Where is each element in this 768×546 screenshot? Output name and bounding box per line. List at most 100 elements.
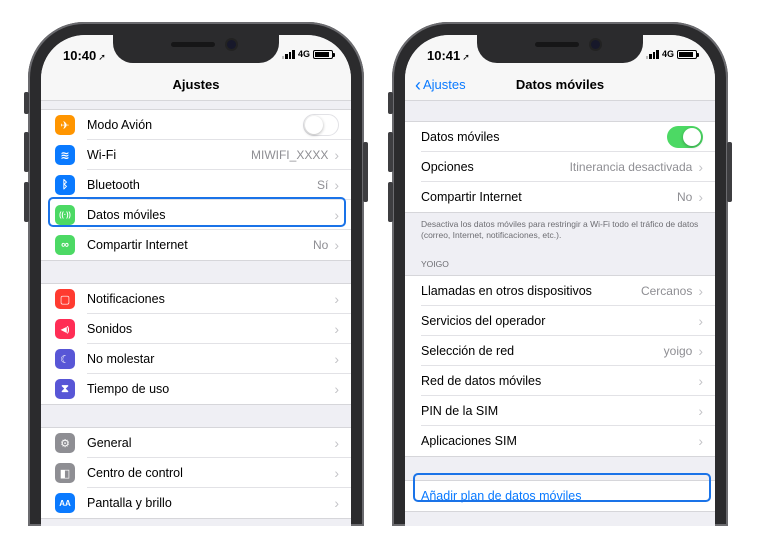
phone-frame-left: 10:40 ➚ 4G Ajustes ✈ Modo Avión ≋ Wi-Fi MIWIF… bbox=[24, 22, 368, 526]
row-label: Wi-Fi bbox=[87, 148, 117, 162]
mobile-data-list: Datos móviles Opciones Itinerancia desacti… bbox=[405, 101, 715, 526]
network-type: 4G bbox=[297, 49, 310, 59]
row-label: General bbox=[87, 436, 132, 450]
settings-row-tiempo-de-uso[interactable]: ⧗ Tiempo de uso › bbox=[41, 374, 351, 404]
chevron-right-icon: › bbox=[334, 321, 339, 337]
settings-row-sonidos[interactable]: ◀) Sonidos › bbox=[41, 314, 351, 344]
airplane-icon: ✈ bbox=[55, 115, 75, 135]
volume-up-button bbox=[388, 132, 393, 172]
volume-up-button bbox=[24, 132, 29, 172]
row-label: Sonidos bbox=[87, 322, 133, 336]
row-label: Compartir Internet bbox=[87, 238, 188, 252]
mobile-data-group: Datos móviles Opciones Itinerancia desacti… bbox=[405, 121, 715, 213]
row-value: yoigo bbox=[663, 344, 693, 358]
settings-group: ⚙ General › ◧ Centro de control › AA Pantalla y… bbox=[41, 427, 351, 519]
text-size-icon: AA bbox=[55, 493, 75, 513]
row-label: Centro de control bbox=[87, 466, 183, 480]
battery-icon bbox=[313, 49, 335, 59]
carrier-group: Llamadas en otros dispositivos Cercanos › S… bbox=[405, 275, 715, 457]
chevron-left-icon: ‹ bbox=[415, 75, 421, 95]
row-value: Cercanos bbox=[640, 284, 693, 298]
row-value: No bbox=[312, 238, 329, 252]
row-value: MIWIFI_XXXX bbox=[250, 148, 329, 162]
settings-row-red-de-datos-moviles[interactable]: Red de datos móviles › bbox=[405, 366, 715, 396]
battery-icon bbox=[677, 49, 699, 59]
network-type: 4G bbox=[661, 49, 674, 59]
row-label: Compartir Internet bbox=[421, 190, 522, 204]
wifi-icon: ≋ bbox=[55, 145, 75, 165]
hotspot-link-icon: ∞ bbox=[55, 235, 75, 255]
row-label: Opciones bbox=[421, 160, 474, 174]
settings-row-centro-de-control[interactable]: ◧ Centro de control › bbox=[41, 458, 351, 488]
carrier-section-header: YOIGO bbox=[421, 259, 449, 269]
signal-icon bbox=[281, 49, 295, 59]
settings-row-no-molestar[interactable]: ☾ No molestar › bbox=[41, 344, 351, 374]
settings-row-seleccion-de-red[interactable]: Selección de red yoigo › bbox=[405, 336, 715, 366]
add-data-plan-button[interactable]: Añadir plan de datos móviles bbox=[405, 481, 715, 511]
settings-group: ▢ Notificaciones › ◀) Sonidos › ☾ No molestar › ⧗… bbox=[41, 283, 351, 405]
settings-list: ✈ Modo Avión ≋ Wi-Fi MIWIFI_XXXX › ᛒ Bluetooth S… bbox=[41, 101, 351, 526]
back-button[interactable]: ‹ Ajustes bbox=[415, 75, 466, 95]
settings-row-pin-de-la-sim[interactable]: PIN de la SIM › bbox=[405, 396, 715, 426]
chevron-right-icon: › bbox=[334, 291, 339, 307]
chevron-right-icon: › bbox=[334, 465, 339, 481]
settings-row-compartir-internet[interactable]: ∞ Compartir Internet No › bbox=[41, 230, 351, 260]
settings-row-datos-moviles[interactable]: Datos móviles bbox=[405, 122, 715, 152]
gear-icon: ⚙ bbox=[55, 433, 75, 453]
mute-switch bbox=[24, 92, 29, 114]
chevron-right-icon: › bbox=[334, 495, 339, 511]
chevron-right-icon: › bbox=[698, 159, 703, 175]
notch bbox=[477, 35, 643, 63]
settings-row-general[interactable]: ⚙ General › bbox=[41, 428, 351, 458]
row-label: Red de datos móviles bbox=[421, 374, 542, 388]
location-arrow-icon: ➚ bbox=[462, 52, 470, 62]
speaker-icon: ◀) bbox=[55, 319, 75, 339]
chevron-right-icon: › bbox=[334, 381, 339, 397]
settings-row-pantalla-y-brillo[interactable]: AA Pantalla y brillo › bbox=[41, 488, 351, 518]
chevron-right-icon: › bbox=[334, 177, 339, 193]
hourglass-icon: ⧗ bbox=[55, 379, 75, 399]
chevron-right-icon: › bbox=[698, 189, 703, 205]
chevron-right-icon: › bbox=[698, 283, 703, 299]
toggle-switch[interactable] bbox=[667, 126, 703, 148]
status-time: 10:40 ➚ bbox=[63, 48, 106, 63]
volume-down-button bbox=[24, 182, 29, 222]
row-label: Llamadas en otros dispositivos bbox=[421, 284, 592, 298]
row-label: Notificaciones bbox=[87, 292, 165, 306]
mute-switch bbox=[388, 92, 393, 114]
status-time: 10:41 ➚ bbox=[427, 48, 470, 63]
row-label: Selección de red bbox=[421, 344, 515, 358]
settings-row-aplicaciones-sim[interactable]: Aplicaciones SIM › bbox=[405, 426, 715, 456]
settings-row-bluetooth[interactable]: ᛒ Bluetooth Sí › bbox=[41, 170, 351, 200]
settings-row-opciones[interactable]: Opciones Itinerancia desactivada › bbox=[405, 152, 715, 182]
row-label: Servicios del operador bbox=[421, 314, 546, 328]
settings-row-wi-fi[interactable]: ≋ Wi-Fi MIWIFI_XXXX › bbox=[41, 140, 351, 170]
notch bbox=[113, 35, 279, 63]
toggle-switch[interactable] bbox=[303, 114, 339, 136]
side-button bbox=[727, 142, 732, 202]
navigation-bar: Ajustes bbox=[41, 75, 351, 101]
chevron-right-icon: › bbox=[698, 343, 703, 359]
phone-frame-right: 10:41 ➚ 4G ‹ Ajustes Datos móviles Datos m… bbox=[388, 22, 732, 526]
settings-row-modo-avion[interactable]: ✈ Modo Avión bbox=[41, 110, 351, 140]
row-label: Tiempo de uso bbox=[87, 382, 170, 396]
chevron-right-icon: › bbox=[334, 147, 339, 163]
navigation-bar: ‹ Ajustes Datos móviles bbox=[405, 75, 715, 101]
settings-row-compartir-internet[interactable]: Compartir Internet No › bbox=[405, 182, 715, 212]
row-label: PIN de la SIM bbox=[421, 404, 499, 418]
chevron-right-icon: › bbox=[698, 403, 703, 419]
settings-row-datos-moviles[interactable]: ((·)) Datos móviles › bbox=[41, 200, 351, 230]
location-arrow-icon: ➚ bbox=[98, 52, 106, 62]
settings-row-servicios-del-operador[interactable]: Servicios del operador › bbox=[405, 306, 715, 336]
moon-icon: ☾ bbox=[55, 349, 75, 369]
mobile-data-screen: 10:41 ➚ 4G ‹ Ajustes Datos móviles Datos m… bbox=[405, 35, 715, 526]
settings-group: ✈ Modo Avión ≋ Wi-Fi MIWIFI_XXXX › ᛒ Bluetooth S… bbox=[41, 109, 351, 261]
chevron-right-icon: › bbox=[334, 207, 339, 223]
chevron-right-icon: › bbox=[334, 351, 339, 367]
side-button bbox=[363, 142, 368, 202]
chevron-right-icon: › bbox=[334, 435, 339, 451]
chevron-right-icon: › bbox=[698, 433, 703, 449]
row-value: No bbox=[676, 190, 693, 204]
settings-row-notificaciones[interactable]: ▢ Notificaciones › bbox=[41, 284, 351, 314]
settings-row-llamadas-en-otros-dispositivos[interactable]: Llamadas en otros dispositivos Cercanos › bbox=[405, 276, 715, 306]
